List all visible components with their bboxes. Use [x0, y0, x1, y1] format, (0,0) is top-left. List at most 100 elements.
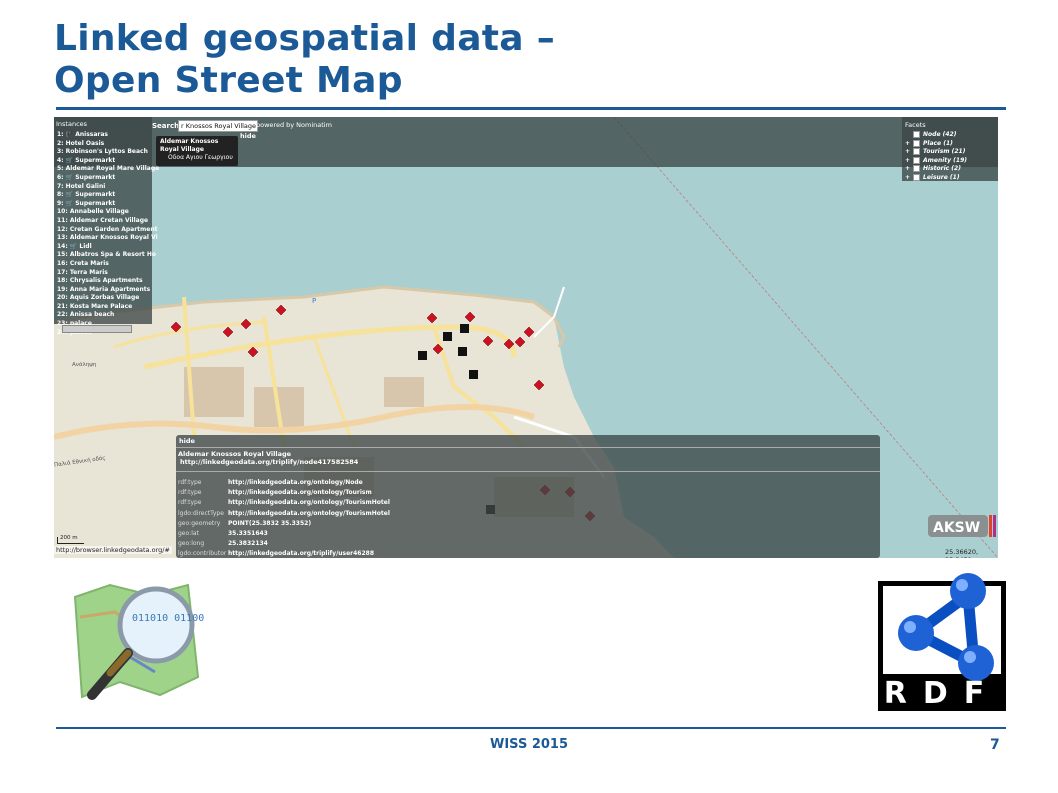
facet-item[interactable]: Node (42)	[905, 131, 967, 140]
detail-value[interactable]: 35.3351643	[228, 530, 268, 537]
instance-item[interactable]: 4: 🛒 Supermarkt	[57, 157, 153, 166]
facets-list: Node (42) + Place (1) + Tourism (21) + Amenity…	[905, 131, 967, 183]
detail-key: lgdo:directType	[178, 509, 224, 517]
facet-expand-icon[interactable]: +	[905, 148, 911, 157]
instance-item[interactable]: 11: Aldemar Cretan Village	[57, 217, 153, 226]
facet-label: Place (1)	[923, 139, 953, 147]
instance-item[interactable]: 13: Aldemar Knossos Royal Vi	[57, 234, 158, 243]
detail-panel: hide Aldemar Knossos Royal Village http:…	[176, 435, 880, 558]
detail-key: geo:geometry	[178, 519, 221, 527]
openstreetmap-search-logo: 011010 01100	[70, 577, 205, 716]
scale-label: 200 m	[60, 535, 78, 541]
detail-value[interactable]: POINT(25.3832 35.3352)	[228, 520, 311, 527]
facet-item[interactable]: + Historic (2)	[905, 165, 967, 174]
detail-value[interactable]: http://linkedgeodata.org/triplify/user46…	[228, 550, 374, 557]
svg-text:P: P	[312, 297, 316, 305]
instance-item[interactable]: 14: 🛒 Lidl	[57, 243, 153, 252]
detail-row: rdf:type http://linkedgeodata.org/ontolog…	[178, 488, 390, 498]
detail-key: geo:lat	[178, 530, 199, 538]
search-suggestion[interactable]: Aldemar Knossos Royal Village Οδοα Αγιου…	[156, 136, 238, 166]
facet-expand-icon[interactable]: +	[905, 165, 911, 174]
facet-label: Leisure (1)	[923, 173, 960, 181]
footer-label: WISS 2015	[489, 737, 569, 752]
instance-item[interactable]: 12: Cretan Garden Apartment	[57, 226, 157, 235]
facet-checkbox[interactable]	[913, 139, 920, 147]
instances-header: Instances	[56, 120, 88, 128]
aksw-logo: AKSW	[928, 513, 998, 547]
aksw-text: AKSW	[933, 520, 980, 536]
instance-item[interactable]: 15: Albatros Spa & Resort Ho	[57, 251, 156, 260]
detail-row: rdf:type http://linkedgeodata.org/ontolog…	[178, 478, 390, 488]
facet-expand-icon[interactable]: +	[905, 157, 911, 166]
instance-item[interactable]: 10: Annabelle Village	[57, 208, 153, 217]
instance-item[interactable]: 20: Aquis Zorbas Village	[57, 294, 153, 303]
detail-row: lgdo:contributor http://linkedgeodata.org…	[178, 549, 390, 558]
slide-title: Linked geospatial data – Open Street Map	[54, 18, 555, 102]
detail-value[interactable]: http://linkedgeodata.org/ontology/Touris…	[228, 499, 390, 506]
detail-row: geo:lat 35.3351643	[178, 529, 390, 539]
instance-item[interactable]: 22: Anissa beach	[57, 311, 153, 320]
detail-row: rdf:type http://linkedgeodata.org/ontolog…	[178, 498, 390, 508]
facet-expand-icon[interactable]: +	[905, 140, 911, 149]
instance-item[interactable]: 9: 🛒 Supermarkt	[57, 200, 153, 209]
hide-detail-link[interactable]: hide	[179, 437, 195, 445]
facet-label: Historic (2)	[923, 165, 961, 173]
road-label: Ανάληψη	[72, 362, 97, 368]
instance-item[interactable]: 5: Aldemar Royal Mare Village	[57, 165, 159, 174]
detail-value[interactable]: http://linkedgeodata.org/ontology/Touris…	[228, 510, 390, 517]
page-number: 7	[990, 737, 1000, 753]
facet-item[interactable]: + Leisure (1)	[905, 173, 967, 183]
detail-value[interactable]: http://linkedgeodata.org/ontology/Touris…	[228, 489, 372, 496]
facet-checkbox[interactable]	[913, 148, 920, 156]
facet-checkbox[interactable]	[913, 131, 920, 138]
instances-panel: Instances 1: 🏴 Anissaras 2: Hotel Oasis 3:…	[54, 117, 159, 336]
detail-rows: rdf:type http://linkedgeodata.org/ontolog…	[178, 478, 390, 558]
facet-item[interactable]: + Amenity (19)	[905, 156, 967, 166]
instance-item[interactable]: 6: 🛒 Supermarkt	[57, 174, 153, 183]
instance-item[interactable]: 1: 🏴 Anissaras	[57, 131, 153, 140]
detail-key: lgdo:contributor	[178, 550, 227, 558]
suggestion-line: Aldemar Knossos	[160, 138, 219, 145]
powered-by-label: powered by Nominatim	[256, 121, 332, 129]
map-screenshot: P Παλιά Εθνική οδός Ανάληψη Search: r Kn…	[54, 117, 998, 558]
hide-search-link[interactable]: hide	[240, 132, 256, 140]
detail-uri[interactable]: http://linkedgeodata.org/triplify/node41…	[178, 458, 358, 466]
footer-rule	[56, 727, 1006, 729]
suggestion-line: Royal Village	[160, 146, 204, 153]
facet-item[interactable]: + Place (1)	[905, 139, 967, 149]
instances-list: 1: 🏴 Anissaras 2: Hotel Oasis 3: Robinson'…	[57, 131, 159, 337]
instances-scrollbar[interactable]	[62, 325, 132, 333]
instance-item[interactable]: 21: Kosta Mare Palace	[57, 303, 153, 312]
detail-title: Aldemar Knossos Royal Village http://lin…	[178, 450, 358, 466]
detail-key: rdf:type	[178, 499, 202, 507]
rdf-text: RDF	[884, 676, 1001, 711]
instance-item[interactable]: 7: Hotel Galini	[57, 183, 153, 192]
instance-item[interactable]: 3: Robinson's Lyttos Beach	[57, 148, 153, 157]
facet-checkbox[interactable]	[913, 173, 920, 181]
suggestion-line: Οδοα Αγιου Γεωργιου	[168, 154, 233, 161]
slide-title-line2: Open Street Map	[54, 60, 403, 101]
coordinate-readout: 25.36620, 35.3451	[945, 548, 979, 558]
instance-item[interactable]: 2: Hotel Oasis	[57, 140, 153, 149]
detail-value[interactable]: 25.3832134	[228, 540, 268, 547]
scale-bar: 200 m	[57, 535, 84, 544]
facet-label: Tourism (21)	[923, 148, 966, 156]
facet-checkbox[interactable]	[913, 165, 920, 173]
facet-item[interactable]: + Tourism (21)	[905, 148, 967, 157]
title-rule	[56, 107, 1006, 110]
detail-divider	[176, 447, 880, 448]
osm-binary-text: 011010 01100	[132, 613, 204, 624]
instance-item[interactable]: 17: Terra Maris	[57, 269, 153, 278]
instance-item[interactable]: 19: Anna Maria Apartments	[57, 286, 153, 295]
detail-value[interactable]: http://linkedgeodata.org/ontology/Node	[228, 479, 363, 486]
detail-key: rdf:type	[178, 479, 202, 486]
detail-row: geo:geometry POINT(25.3832 35.3352)	[178, 519, 390, 529]
instance-item[interactable]: 8: 🛒 Supermarkt	[57, 191, 153, 200]
search-input[interactable]: r Knossos Royal Village	[178, 120, 258, 132]
instance-item[interactable]: 18: Chrysalis Apartments	[57, 277, 153, 286]
facet-label: Node (42)	[923, 131, 957, 138]
instance-item[interactable]: 16: Creta Maris	[57, 260, 153, 269]
detail-divider	[176, 471, 880, 472]
facet-expand-icon[interactable]: +	[905, 174, 911, 183]
facet-checkbox[interactable]	[913, 156, 920, 164]
